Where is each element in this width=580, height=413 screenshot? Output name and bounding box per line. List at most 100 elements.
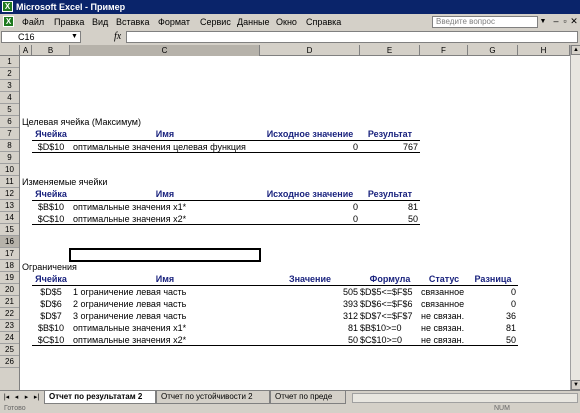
menu-edit[interactable]: Правка [54, 16, 84, 28]
row-header[interactable]: 22 [0, 308, 19, 320]
last-sheet-icon[interactable]: ▸| [32, 392, 41, 403]
target-section-title: Целевая ячейка (Максимум) [22, 117, 141, 127]
constraint-cell-ref[interactable]: $D$6 [32, 298, 70, 310]
tab-sensitivity-report[interactable]: Отчет по устойчивости 2 [156, 391, 270, 404]
col-header-f[interactable]: F [420, 45, 468, 56]
col-header-a[interactable]: A [20, 45, 32, 56]
excel-app-icon[interactable]: X [2, 1, 13, 12]
col-header-c[interactable]: C [70, 45, 260, 56]
name-box[interactable]: C16 [1, 31, 81, 43]
constraint-cell-slack[interactable]: 81 [468, 322, 516, 334]
scroll-up-icon[interactable]: ▲ [571, 45, 580, 55]
variables-cell-ref[interactable]: $B$10 [32, 201, 70, 213]
next-sheet-icon[interactable]: ▸ [22, 392, 31, 403]
scroll-down-icon[interactable]: ▼ [571, 380, 580, 390]
col-header-g[interactable]: G [468, 45, 518, 56]
variables-cell-result[interactable]: 81 [360, 201, 418, 213]
constraint-cell-value[interactable]: 505 [260, 286, 358, 298]
row-header[interactable]: 12 [0, 188, 19, 200]
menu-format[interactable]: Формат [158, 16, 190, 28]
tab-limits-report[interactable]: Отчет по преде [270, 391, 346, 404]
row-header[interactable]: 15 [0, 224, 19, 236]
constraint-cell-slack[interactable]: 0 [468, 286, 516, 298]
vertical-scrollbar[interactable]: ▲ ▼ [570, 45, 580, 390]
constraint-cell-name[interactable]: 1 ограничение левая часть [73, 286, 260, 298]
row-header[interactable]: 9 [0, 152, 19, 164]
name-box-dropdown-icon[interactable]: ▼ [71, 31, 78, 43]
constraint-cell-name[interactable]: 2 ограничение левая часть [73, 298, 260, 310]
close-workbook-button[interactable]: ✕ [569, 15, 579, 28]
col-header-b[interactable]: B [32, 45, 70, 56]
menu-data[interactable]: Данные [237, 16, 270, 28]
constraint-cell-status[interactable]: связанное [421, 298, 468, 310]
window-title: Microsoft Excel - Пример [16, 2, 126, 12]
constraint-cell-slack[interactable]: 36 [468, 310, 516, 322]
col-header-d[interactable]: D [260, 45, 360, 56]
row-header[interactable]: 17 [0, 248, 19, 260]
menu-help[interactable]: Справка [306, 16, 341, 28]
row-header[interactable]: 4 [0, 92, 19, 104]
constraint-cell-formula[interactable]: $D$6<=$F$6 [360, 298, 420, 310]
constraint-cell-name[interactable]: 3 ограничение левая часть [73, 310, 260, 322]
constraints-header-formula: Формула [369, 274, 411, 284]
first-sheet-icon[interactable]: |◂ [2, 392, 11, 403]
constraint-cell-name[interactable]: оптимальные значения х1* [73, 322, 260, 334]
constraint-cell-value[interactable]: 81 [260, 322, 358, 334]
constraint-cell-ref[interactable]: $D$5 [32, 286, 70, 298]
row-header[interactable]: 23 [0, 320, 19, 332]
tab-results-report[interactable]: Отчет по результатам 2 [44, 391, 156, 404]
constraint-cell-ref[interactable]: $B$10 [32, 322, 70, 334]
constraint-cell-formula[interactable]: $B$10>=0 [360, 322, 420, 334]
help-question-input[interactable]: Введите вопрос [432, 16, 538, 28]
constraint-cell-formula[interactable]: $D$5<=$F$5 [360, 286, 420, 298]
constraint-cell-status[interactable]: не связан. [421, 310, 468, 322]
row-header[interactable]: 6 [0, 116, 19, 128]
function-icon[interactable]: fx [114, 31, 121, 43]
constraint-cell-status[interactable]: связанное [421, 286, 468, 298]
col-header-h[interactable]: H [518, 45, 570, 56]
row-header[interactable]: 11 [0, 176, 19, 188]
row-header[interactable]: 1 [0, 56, 19, 68]
col-header-e[interactable]: E [360, 45, 420, 56]
formula-input[interactable] [126, 31, 578, 43]
row-header[interactable]: 21 [0, 296, 19, 308]
menu-view[interactable]: Вид [92, 16, 108, 28]
row-header[interactable]: 2 [0, 68, 19, 80]
formula-bar: C16 ▼ fx [0, 30, 580, 44]
row-header[interactable]: 26 [0, 356, 19, 368]
row-header[interactable]: 8 [0, 140, 19, 152]
row-header[interactable]: 19 [0, 272, 19, 284]
row-header[interactable]: 7 [0, 128, 19, 140]
row-header-selected[interactable]: 16 [0, 236, 19, 248]
variables-cell-name[interactable]: оптимальные значения х1* [73, 201, 260, 213]
menu-insert[interactable]: Вставка [116, 16, 149, 28]
row-header[interactable]: 5 [0, 104, 19, 116]
constraint-cell-status[interactable]: не связан. [421, 322, 468, 334]
constraints-header-status: Статус [428, 274, 460, 284]
constraint-cell-ref[interactable]: $D$7 [32, 310, 70, 322]
active-cell-c16[interactable] [69, 248, 261, 262]
row-header[interactable]: 24 [0, 332, 19, 344]
help-dropdown-icon[interactable]: ▼ [539, 16, 547, 28]
row-header[interactable]: 14 [0, 212, 19, 224]
prev-sheet-icon[interactable]: ◂ [12, 392, 21, 403]
constraint-cell-value[interactable]: 393 [260, 298, 358, 310]
select-all-corner[interactable] [0, 45, 20, 56]
menu-file[interactable]: Файл [22, 16, 44, 28]
row-header[interactable]: 18 [0, 260, 19, 272]
row-header[interactable]: 25 [0, 344, 19, 356]
row-header[interactable]: 10 [0, 164, 19, 176]
menu-tools[interactable]: Сервис [200, 16, 231, 28]
menu-window[interactable]: Окно [276, 16, 297, 28]
constraint-cell-slack[interactable]: 0 [468, 298, 516, 310]
variables-cell-original[interactable]: 0 [260, 201, 358, 213]
variables-section-title: Изменяемые ячейки [22, 177, 108, 187]
row-header[interactable]: 20 [0, 284, 19, 296]
horizontal-scrollbar[interactable] [352, 393, 578, 403]
workbook-icon[interactable]: X [3, 16, 14, 27]
row-header[interactable]: 13 [0, 200, 19, 212]
row-header[interactable]: 3 [0, 80, 19, 92]
constraint-cell-value[interactable]: 312 [260, 310, 358, 322]
constraint-cell-formula[interactable]: $D$7<=$F$7 [360, 310, 420, 322]
worksheet-grid[interactable]: A B C D E F G H 1 2 3 4 5 6 7 8 9 10 11 … [0, 45, 570, 390]
